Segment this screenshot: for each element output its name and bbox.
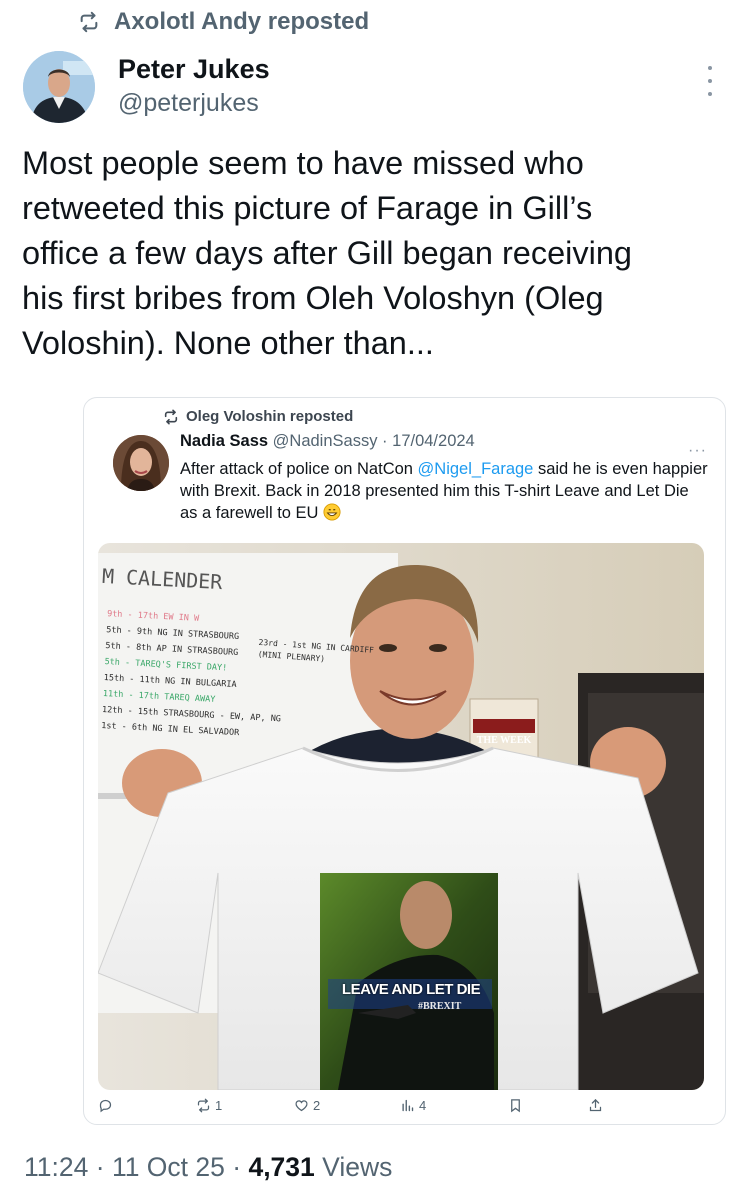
avatar-image [23,51,95,123]
quote-text-before: After attack of police on NatCon [180,460,418,478]
quote-author-name[interactable]: Nadia Sass [180,432,268,450]
author-name[interactable]: Peter Jukes [118,54,270,85]
quoted-tweet-card[interactable]: Oleg Voloshin reposted Nadia Sass @Nadin… [83,397,726,1125]
more-options-icon[interactable] [704,66,716,96]
share-icon [589,1098,602,1112]
quote-header: Nadia Sass @NadinSassy · 17/04/2024 [180,432,475,451]
magazine-title: THE WEEK [476,735,532,746]
tweet-date: 11 Oct 25 [111,1152,225,1182]
views-button[interactable]: 4 [400,1098,426,1113]
views-total: 4,731 [248,1152,315,1182]
footer-dot: · [232,1152,242,1182]
shirt-title: LEAVE AND LET DIE [341,981,481,998]
repost-label: Axolotl Andy reposted [114,8,370,35]
retweet-button[interactable]: 1 [196,1098,222,1113]
quote-avatar[interactable] [113,435,169,491]
tweet-text: Most people seem to have missed who retw… [22,141,722,366]
bookmark-button[interactable] [508,1098,523,1113]
quote-repost-label: Oleg Voloshin reposted [186,408,354,425]
quote-date[interactable]: 17/04/2024 [392,432,475,450]
views-icon [402,1099,414,1112]
mention-link[interactable]: @Nigel_Farage [418,460,534,478]
quote-avatar-image [113,435,169,491]
tweet-line: his first bribes from Oleh Voloshyn (Ole… [22,280,604,316]
tweet-line: Voloshin). None other than... [22,325,434,361]
share-button[interactable] [588,1098,603,1113]
avatar[interactable] [23,51,95,123]
quote-repost-header: Oleg Voloshin reposted [163,408,353,425]
quote-separator: · [382,432,388,450]
like-count: 2 [313,1098,321,1113]
views-count: 4 [419,1098,427,1113]
tweet-photo[interactable]: M CALENDER 9th - 17th EW IN W 5th - 9th … [98,543,704,1090]
views-label: Views [322,1152,393,1182]
grinning-face-icon [323,503,341,521]
board-lines: 9th - 17th EW IN W 5th - 9th NG IN STRAS… [101,606,297,744]
shirt-subtitle: #BREXIT [418,1001,462,1012]
tweet-time: 11:24 [24,1152,89,1182]
author-handle[interactable]: @peterjukes [118,89,259,118]
reply-icon [99,1099,112,1113]
tweet-line: office a few days after Gill began recei… [22,235,633,271]
tweet-line: Most people seem to have missed who [22,145,584,181]
retweet-count: 1 [215,1098,223,1113]
reply-button[interactable] [98,1098,117,1113]
quote-text: After attack of police on NatCon @Nigel_… [180,458,710,524]
quote-author-handle[interactable]: @NadinSassy [273,432,378,450]
heart-icon [295,1100,308,1112]
like-button[interactable]: 2 [294,1098,320,1113]
retweet-icon [197,1098,210,1113]
repost-header[interactable]: Axolotl Andy reposted [78,8,369,36]
repost-icon [80,11,98,33]
quote-actions: 1 2 4 [98,1098,608,1120]
tweet-timestamp[interactable]: 11:24 · 11 Oct 25 · 4,731 Views [24,1152,392,1183]
tweet-line: retweeted this picture of Farage in Gill… [22,190,593,226]
footer-dot: · [95,1152,105,1182]
bookmark-icon [511,1099,520,1113]
repost-icon [164,409,178,424]
